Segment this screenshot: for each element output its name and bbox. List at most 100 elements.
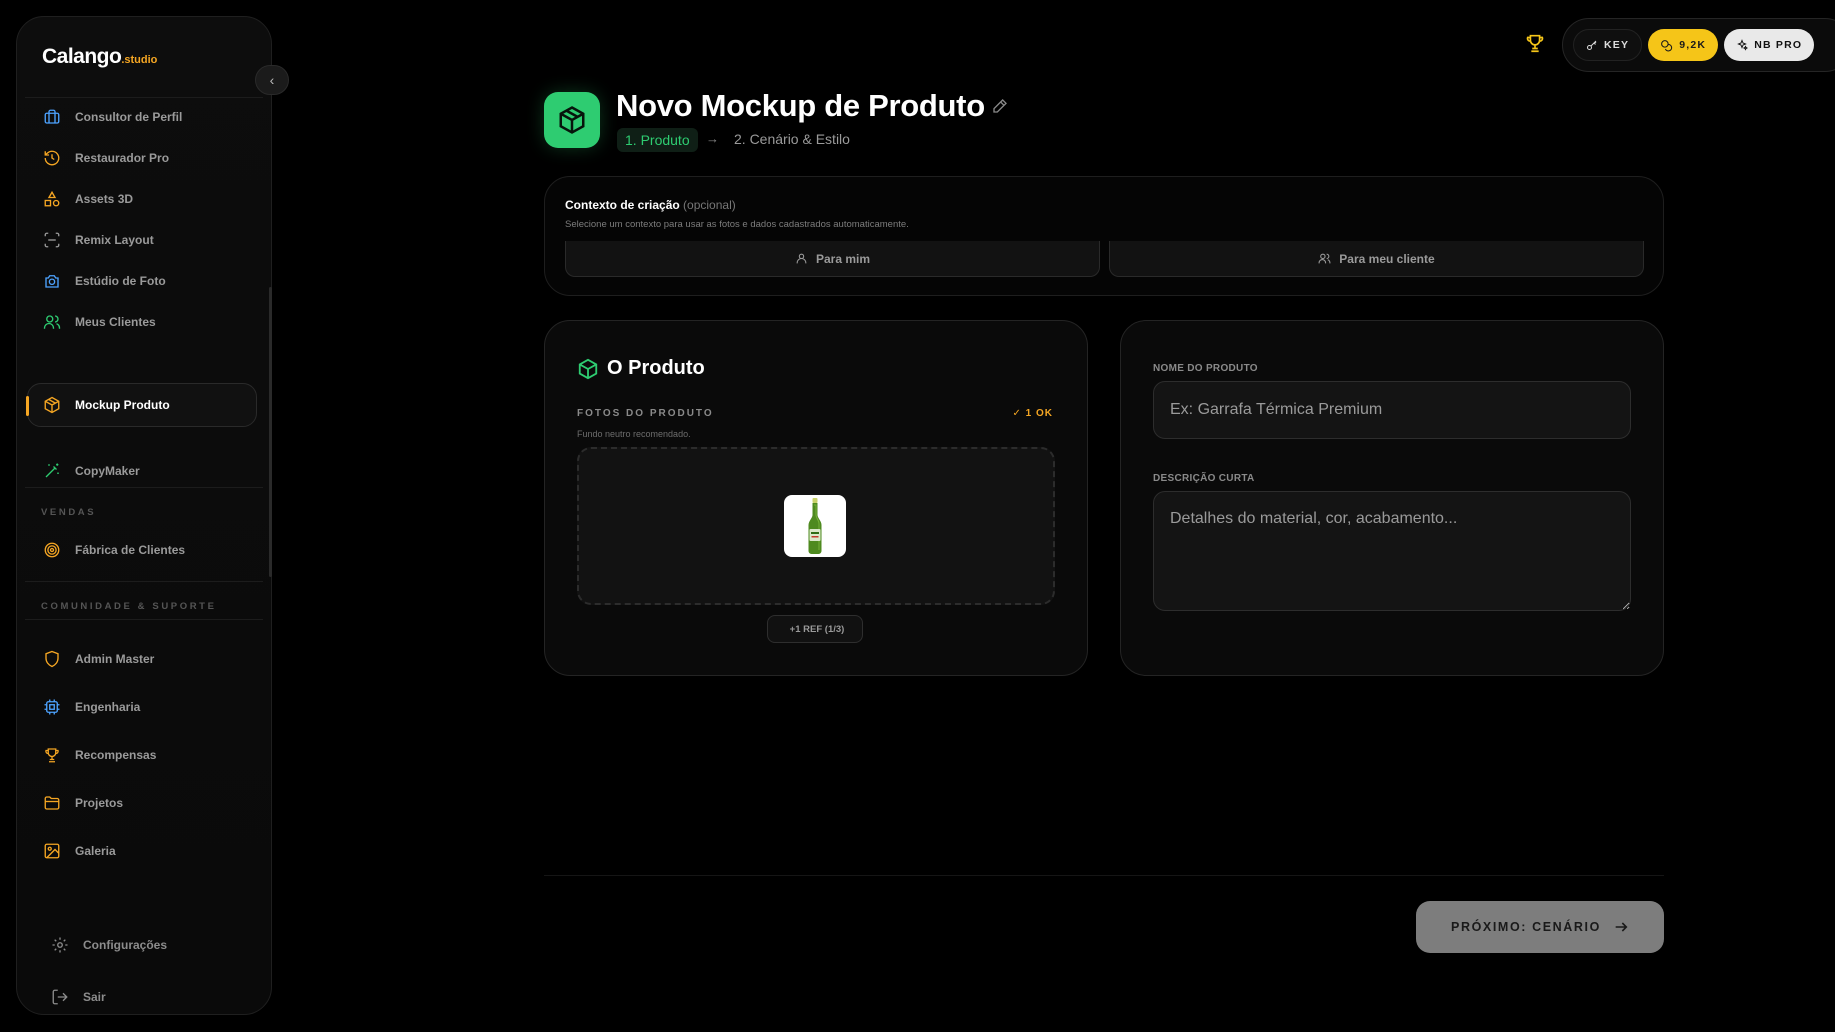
context-option-for-client[interactable]: Para meu cliente [1109,241,1644,277]
add-reference-label: +1 REF (1/3) [789,623,845,635]
sidebar-item-fabrica-de-clientes[interactable]: Fábrica de Clientes [25,528,265,572]
camera-icon [45,275,59,288]
key-label: KEY [1604,39,1630,51]
target-icon [44,542,60,558]
folder-icon [44,796,60,810]
context-subtitle: Selecione um contexto para usar as fotos… [565,219,909,230]
page-icon [544,92,600,148]
sidebar-item-consultor-de-perfil[interactable]: Consultor de Perfil [25,95,265,139]
arrow-right-icon [1615,922,1628,932]
context-title: Contexto de criação (opcional) [565,198,736,212]
pencil-icon[interactable] [992,98,1008,114]
sidebar-item-label: Assets 3D [75,192,134,206]
step-cenario[interactable]: 2. Cenário & Estilo [734,131,850,147]
image-icon [44,843,60,859]
brand-logo[interactable]: Calango.studio [42,45,157,69]
short-description-label: DESCRIÇÃO CURTA [1153,473,1255,484]
sidebar-item-meus-clientes[interactable]: Meus Clientes [25,300,265,344]
brand-suffix: .studio [121,54,158,66]
product-title: O Produto [577,357,705,380]
section-label-comunidade: COMUNIDADE & SUPORTE [41,601,217,612]
sidebar-item-label: Recompensas [75,748,157,762]
sidebar-item-label: Restaurador Pro [75,151,170,165]
api-key-button[interactable]: KEY [1573,29,1643,61]
collapse-sidebar-button[interactable]: ‹ [255,65,289,95]
sidebar-scrollbar[interactable] [269,287,272,577]
photos-hint: Fundo neutro recomendado. [577,429,691,439]
context-option-label: Para mim [815,251,871,266]
footer-divider [544,875,1664,876]
logout-icon [52,989,68,1005]
account-pills: KEY 9,2K NB PRO [1562,18,1835,72]
settings-button[interactable]: Configurações [33,925,263,965]
product-photo-thumbnail[interactable] [784,495,846,557]
page-title: Novo Mockup de Produto [616,88,985,123]
sidebar-item-recompensas[interactable]: Recompensas [25,733,265,777]
plan-button[interactable]: NB PRO [1724,29,1815,61]
chevron-left-icon: ‹ [269,72,275,88]
next-step-label: PRÓXIMO: CENÁRIO [1451,920,1601,934]
sidebar-item-label: Estúdio de Foto [75,274,166,288]
sidebar-divider [25,487,263,488]
sidebar-item-label: Mockup Produto [75,398,170,412]
briefcase-icon [44,109,60,124]
trophy-icon [45,748,59,763]
shield-icon [45,650,59,668]
sidebar-item-label: Meus Clientes [75,315,156,329]
product-card: O Produto FOTOS DO PRODUTO ✓ 1 OK Fundo … [544,320,1088,676]
photos-ok-badge: ✓ 1 OK [1012,408,1053,419]
gear-icon [52,937,68,953]
sidebar-item-mockup-produto[interactable]: Mockup Produto [26,383,257,427]
cpu-icon [44,699,60,715]
sidebar-item-engenharia[interactable]: Engenharia [25,685,265,729]
step-produto[interactable]: 1. Produto [617,128,698,152]
photo-dropzone[interactable] [577,447,1055,605]
logout-label: Sair [83,990,106,1004]
sidebar-item-label: Consultor de Perfil [75,110,183,124]
add-reference-button[interactable]: +1 REF (1/3) [767,615,863,643]
credits-button[interactable]: 9,2K [1648,29,1719,61]
sparkles-icon [1737,39,1749,51]
coins-icon [1661,39,1673,51]
section-label-vendas: VENDAS [41,507,97,518]
sidebar-item-label: Remix Layout [75,233,154,247]
sidebar-item-projetos[interactable]: Projetos [25,781,265,825]
context-option-label: Para meu cliente [1339,251,1435,266]
sidebar-item-assets-3d[interactable]: Assets 3D [25,177,265,221]
context-card: Contexto de criação (opcional) Selecione… [544,176,1664,296]
sidebar-item-label: Projetos [75,796,124,810]
user-icon [796,253,807,264]
trophy-icon[interactable] [1524,32,1546,54]
wand-icon [45,463,59,478]
sidebar-item-restaurador-pro[interactable]: Restaurador Pro [25,136,265,180]
product-info-card: NOME DO PRODUTO DESCRIÇÃO CURTA [1120,320,1664,676]
sidebar-item-remix-layout[interactable]: Remix Layout [25,218,265,262]
settings-label: Configurações [83,938,168,952]
product-name-input[interactable] [1153,381,1631,439]
product-title-text: O Produto [607,357,705,379]
sidebar-item-label: Galeria [75,844,116,858]
sidebar-item-label: Engenharia [75,700,141,714]
next-step-button[interactable]: PRÓXIMO: CENÁRIO [1416,901,1664,953]
arrow-right-icon: → [706,131,719,146]
logout-button[interactable]: Sair [33,977,263,1017]
credits-label: 9,2K [1679,39,1707,51]
box-icon [578,358,598,379]
sidebar-item-admin-master[interactable]: Admin Master [25,637,265,681]
sidebar: Calango.studio ‹ Consultor de Perfil Res… [16,16,289,1017]
box-icon [44,396,60,414]
photos-label: FOTOS DO PRODUTO [577,408,714,419]
sidebar-item-galeria[interactable]: Galeria [25,829,265,873]
plan-label: NB PRO [1754,39,1803,51]
short-description-textarea[interactable] [1153,491,1631,611]
sidebar-item-estudio-de-foto[interactable]: Estúdio de Foto [25,259,265,303]
users-icon [1318,253,1331,264]
brand-name: Calango [42,45,122,68]
shapes-icon [44,190,60,207]
sidebar-divider [25,619,263,620]
sidebar-item-label: CopyMaker [75,464,140,478]
context-optional: (opcional) [683,198,736,212]
users-icon [43,315,61,329]
context-option-for-me[interactable]: Para mim [565,241,1100,277]
scan-icon [44,232,60,248]
